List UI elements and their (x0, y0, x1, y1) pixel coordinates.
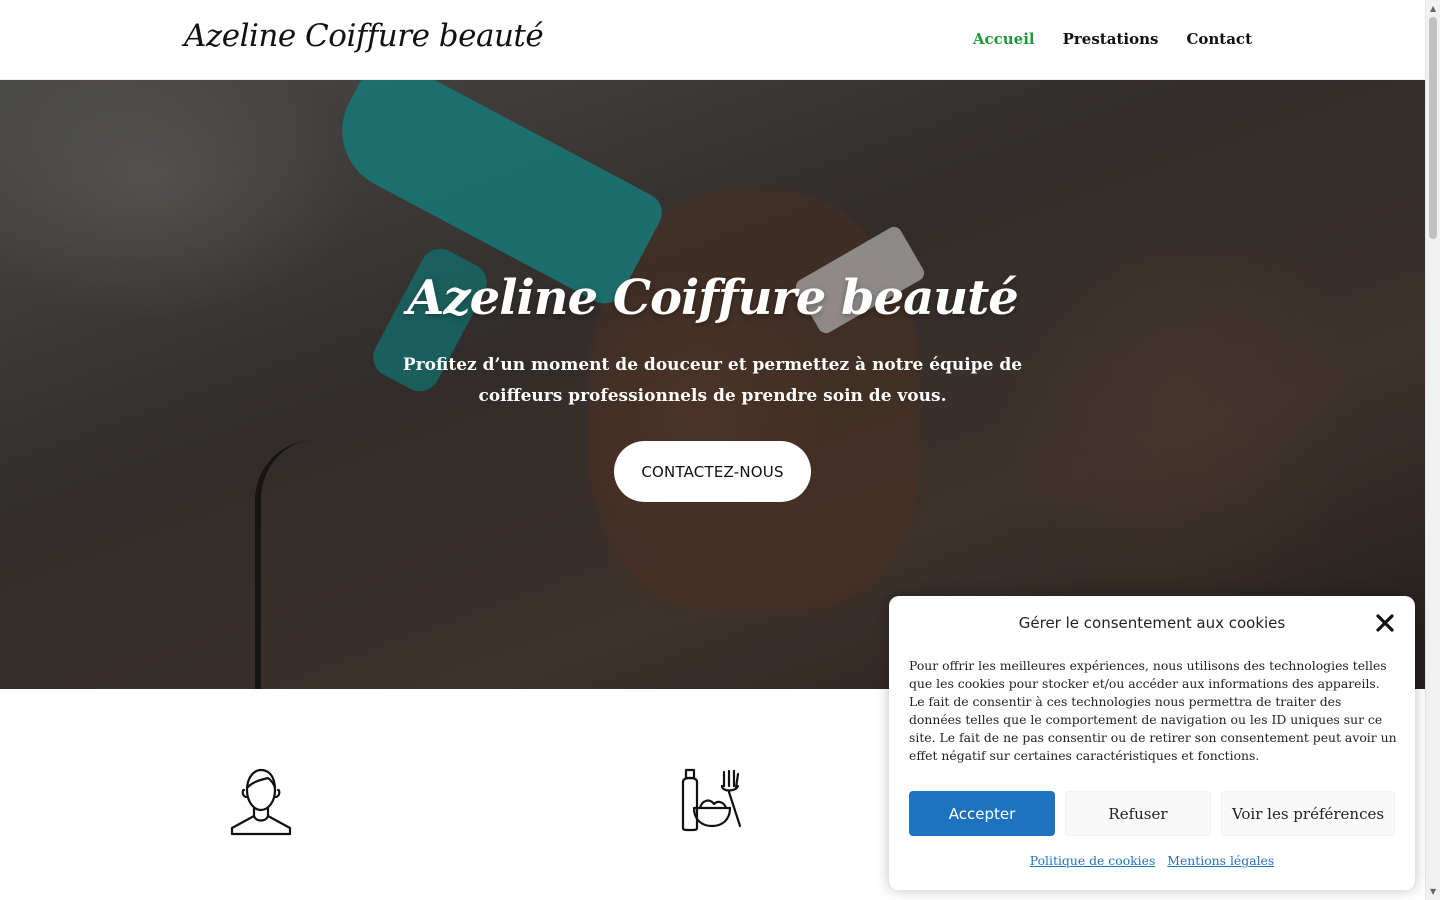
hair-products-icon (681, 768, 742, 832)
cookie-modal-text: Pour offrir les meilleures expériences, … (909, 658, 1397, 763)
cookie-modal-links: Politique de cookies Mentions légales (889, 853, 1415, 868)
scroll-up-arrow-icon[interactable]: ▲ (1430, 4, 1436, 13)
contact-us-button[interactable]: CONTACTEZ-NOUS (614, 441, 811, 502)
site-header: Azeline Coiffure beauté Accueil Prestati… (0, 0, 1425, 80)
accept-cookies-button[interactable]: Accepter (909, 791, 1055, 836)
cookie-modal-title: Gérer le consentement aux cookies (1018, 614, 1286, 632)
main-nav: Accueil Prestations Contact (973, 30, 1252, 48)
person-icon (230, 768, 292, 836)
nav-item-accueil[interactable]: Accueil (973, 30, 1035, 48)
close-icon[interactable] (1374, 612, 1396, 634)
refuse-cookies-button[interactable]: Refuser (1065, 791, 1211, 836)
hero-subtitle: Profitez d’un moment de douceur et perme… (402, 355, 1023, 406)
view-preferences-button[interactable]: Voir les préférences (1221, 791, 1395, 836)
page-scrollbar[interactable]: ▲ ▼ (1425, 0, 1440, 900)
cookie-consent-modal: Gérer le consentement aux cookies Pour o… (889, 596, 1415, 890)
site-logo[interactable]: Azeline Coiffure beauté (184, 18, 544, 54)
scroll-down-arrow-icon[interactable]: ▼ (1430, 887, 1436, 896)
hero-title: Azeline Coiffure beauté (407, 270, 1019, 326)
nav-item-prestations[interactable]: Prestations (1063, 30, 1159, 48)
legal-notice-link[interactable]: Mentions légales (1167, 853, 1274, 868)
cookie-policy-link[interactable]: Politique de cookies (1030, 853, 1156, 868)
scrollbar-thumb[interactable] (1429, 17, 1437, 239)
nav-item-contact[interactable]: Contact (1186, 30, 1252, 48)
